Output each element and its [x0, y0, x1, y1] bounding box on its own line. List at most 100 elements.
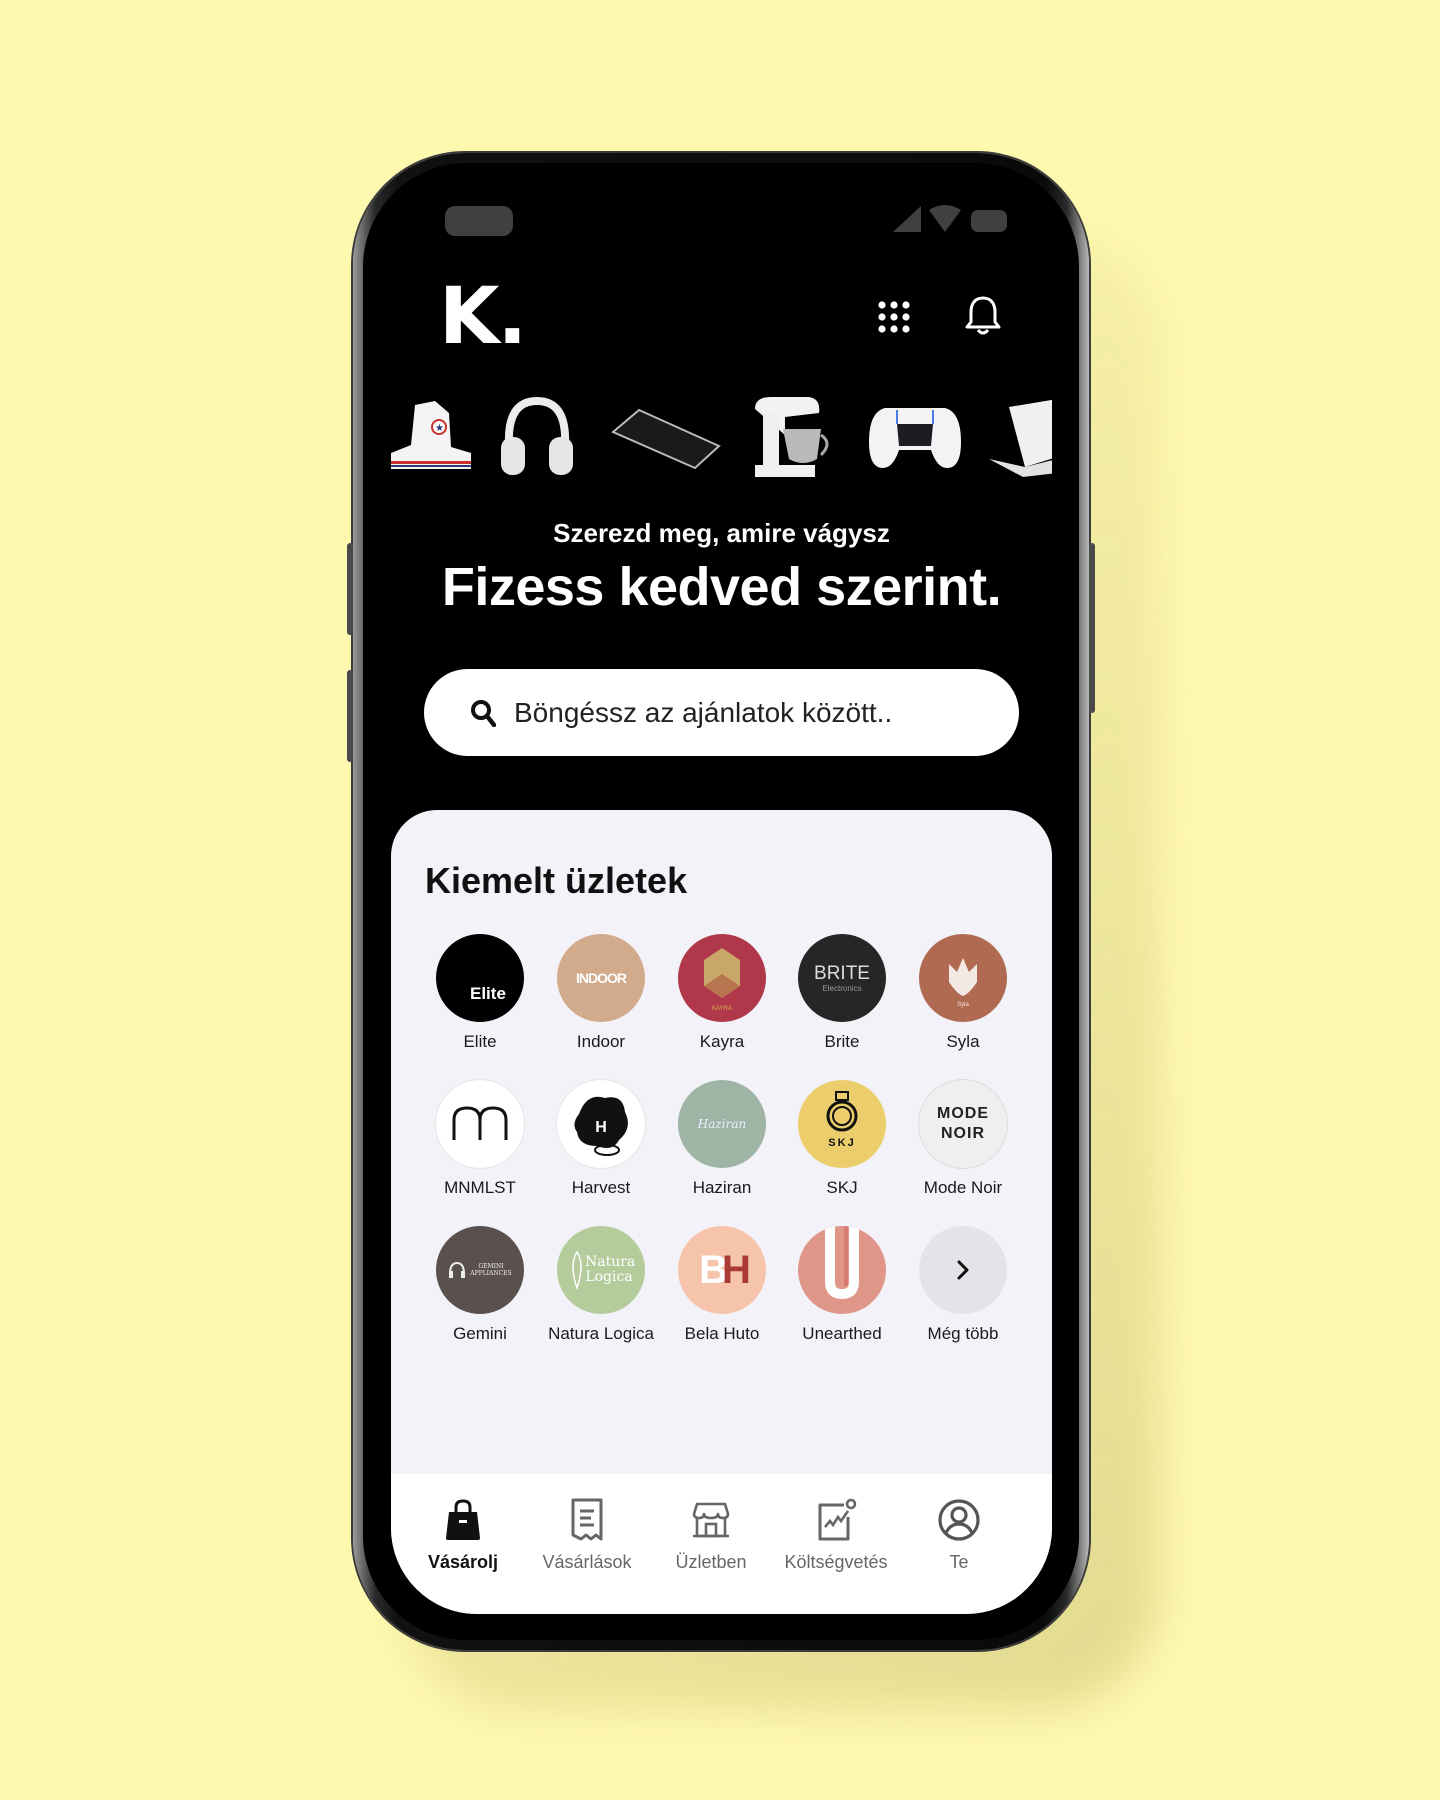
store-gemini[interactable]: GEMINI APPLIANCES Gemini [420, 1226, 540, 1343]
store-logo [798, 1226, 886, 1314]
brite-logo-text: BRITE [814, 962, 870, 984]
harvest-leaf-icon: H [574, 1096, 628, 1156]
battery-icon [971, 210, 1007, 232]
kayra-logo-text: KAYRA [712, 1006, 732, 1012]
store-label: Indoor [576, 1032, 626, 1051]
syla-flower-icon: Syla [949, 958, 977, 1008]
mode-noir-logo-text: MODE NOIR [937, 1105, 989, 1142]
laptop-icon [989, 399, 1052, 477]
notifications-button[interactable] [961, 292, 1005, 340]
svg-text:★: ★ [435, 423, 444, 434]
store-label: SKJ [826, 1178, 858, 1197]
store-logo: H [557, 1080, 645, 1168]
store-logo: Haziran [678, 1080, 766, 1168]
store-unearthed[interactable]: Unearthed [782, 1226, 902, 1343]
skj-ring-icon: SKJ [826, 1091, 858, 1149]
indoor-logo-text: INDOOR [576, 970, 627, 986]
product-smartphone[interactable] [609, 392, 723, 482]
brite-logo-sub: Electronics [822, 983, 862, 993]
store-logo: INDOOR [557, 934, 645, 1022]
budget-chart-icon [818, 1498, 857, 1541]
store-logo: SKJ [798, 1080, 886, 1168]
product-headphones[interactable] [497, 392, 577, 482]
stand-mixer-icon [755, 397, 829, 477]
store-label: MNMLST [444, 1178, 516, 1197]
store-indoor[interactable]: INDOOR Indoor [541, 934, 661, 1051]
featured-stores-title: Kiemelt üzletek [425, 860, 688, 901]
store-logo: KAYRA [678, 934, 766, 1022]
store-label: Gemini [453, 1324, 507, 1343]
chevron-right-icon [957, 1260, 969, 1280]
store-skj[interactable]: SKJ SKJ [782, 1080, 902, 1197]
nav-budget[interactable]: Költségvetés [774, 1496, 898, 1573]
store-brite[interactable]: BRITE Electronics Brite [782, 934, 902, 1051]
nav-label: Vásárolj [427, 1552, 499, 1572]
store-mnmlst[interactable]: MNMLST [420, 1080, 540, 1197]
brand-logo[interactable]: K. [439, 278, 527, 356]
store-label: Natura Logica [548, 1324, 654, 1343]
sneaker-icon: ★ [391, 401, 471, 469]
bell-icon [965, 296, 1001, 335]
gemini-headphones-icon [449, 1261, 465, 1278]
store-label: Unearthed [802, 1324, 882, 1343]
app-screen: K. ★ Szerezd meg, amire vágysz Fizess ke… [391, 170, 1052, 1614]
product-laptop[interactable] [987, 392, 1052, 482]
store-logo: GEMINI APPLIANCES [436, 1226, 524, 1314]
status-icons [893, 205, 1007, 232]
nav-shop[interactable]: Vásárolj [401, 1496, 525, 1573]
store-haziran[interactable]: Haziran Haziran [662, 1080, 782, 1197]
store-bela-huto[interactable]: BH Bela Huto [662, 1226, 782, 1343]
store-elite[interactable]: Elite Elite [420, 934, 540, 1051]
store-logo: Elite [436, 934, 524, 1022]
wifi-icon [929, 205, 961, 232]
unearthed-u-icon [825, 1226, 859, 1300]
product-stand-mixer[interactable] [749, 392, 835, 482]
camera-cutout [445, 206, 513, 236]
more-circle [919, 1226, 1007, 1314]
nav-label: Te [949, 1552, 969, 1572]
store-logo: MODE NOIR [919, 1080, 1007, 1168]
gemini-logo-text: GEMINI APPLIANCES [470, 1263, 512, 1277]
nav-in-store[interactable]: Üzletben [649, 1496, 773, 1573]
store-logo: Natura Logica [557, 1226, 645, 1314]
store-mode-noir[interactable]: MODE NOIR Mode Noir [903, 1080, 1023, 1197]
mnmlst-m-icon [452, 1106, 508, 1140]
store-logo [436, 1080, 524, 1168]
store-harvest[interactable]: H Harvest [541, 1080, 661, 1197]
skj-logo-text: SKJ [828, 1137, 855, 1149]
bottom-nav: Vásárolj Vásárlások Üzletben Költségveté… [391, 1474, 1052, 1614]
store-logo: BRITE Electronics [798, 934, 886, 1022]
nav-purchases[interactable]: Vásárlások [525, 1496, 649, 1573]
store-label: Még több [927, 1324, 999, 1343]
shopping-bag-icon [446, 1499, 480, 1540]
more-stores-button[interactable]: Még több [903, 1226, 1023, 1343]
store-logo: Syla [919, 934, 1007, 1022]
store-label: Kayra [699, 1032, 745, 1051]
receipt-icon [571, 1498, 603, 1541]
elite-logo-text: Elite [470, 984, 506, 1003]
nav-label: Költségvetés [784, 1552, 888, 1572]
product-game-controller[interactable] [867, 392, 963, 482]
phone-side-button [347, 543, 353, 635]
phone-power-button [1089, 543, 1095, 713]
grid-menu-button[interactable] [872, 295, 916, 339]
product-sneaker[interactable]: ★ [391, 392, 473, 482]
grid-menu-icon [878, 301, 910, 333]
storefront-icon [692, 1502, 730, 1538]
hero-subtitle: Szerezd meg, amire vágysz [553, 518, 890, 548]
store-natura-logica[interactable]: Natura Logica Natura Logica [541, 1226, 661, 1343]
natura-logo-text: Natura Logica [585, 1254, 636, 1285]
search-input[interactable] [512, 695, 996, 730]
profile-icon [938, 1499, 980, 1541]
kayra-hexagon-icon: KAYRA [704, 948, 740, 1012]
nav-profile[interactable]: Te [897, 1496, 1021, 1573]
search-bar[interactable] [424, 669, 1019, 756]
store-logo: BH [678, 1226, 766, 1314]
game-controller-icon [869, 408, 961, 468]
store-syla[interactable]: Syla Syla [903, 934, 1023, 1051]
store-kayra[interactable]: KAYRA Kayra [662, 934, 782, 1051]
product-carousel[interactable]: ★ [391, 392, 1052, 482]
signal-icon [893, 206, 921, 232]
nav-label: Üzletben [675, 1552, 747, 1572]
phone-side-button [347, 670, 353, 762]
